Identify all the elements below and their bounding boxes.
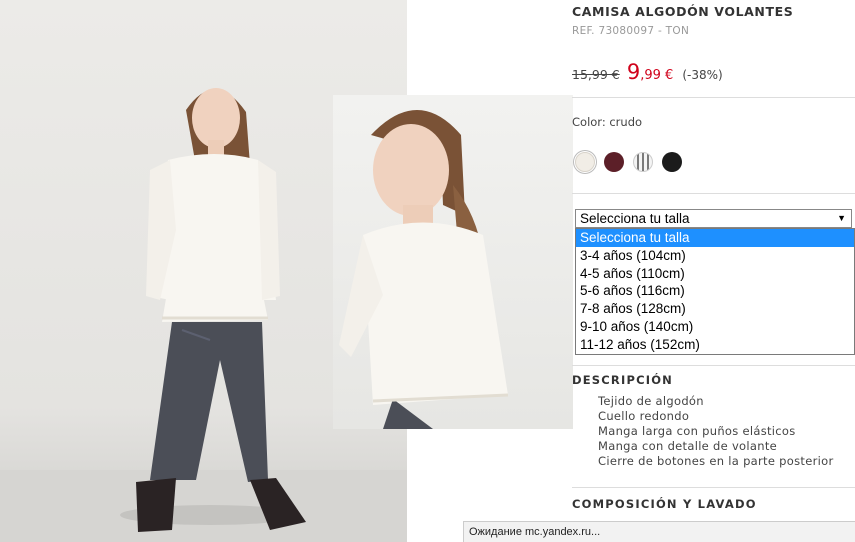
swatch-crudo-icon[interactable] xyxy=(575,152,595,172)
size-option[interactable]: 5-6 años (116cm) xyxy=(576,282,854,300)
size-option[interactable]: Selecciona tu talla xyxy=(576,229,854,247)
swatch-burgundy-icon[interactable] xyxy=(604,152,624,172)
size-select-value: Selecciona tu talla xyxy=(580,211,690,226)
product-photo-detail[interactable] xyxy=(333,95,573,429)
old-price: 15,99 € xyxy=(572,67,620,82)
size-option[interactable]: 7-8 años (128cm) xyxy=(576,300,854,318)
size-option[interactable]: 4-5 años (110cm) xyxy=(576,265,854,283)
swatch-black-icon[interactable] xyxy=(662,152,682,172)
divider xyxy=(572,487,855,488)
size-select[interactable]: Selecciona tu talla ▼ xyxy=(575,209,852,228)
list-item: Cierre de botones en la parte posterior xyxy=(598,454,855,469)
product-ref: REF. 73080097 - TON xyxy=(572,25,690,37)
dropdown-arrow-icon[interactable]: ▼ xyxy=(837,210,846,227)
size-option[interactable]: 11-12 años (152cm) xyxy=(576,336,854,354)
browser-status-bar: Ожидание mc.yandex.ru... xyxy=(463,521,855,542)
list-item: Manga larga con puños elásticos xyxy=(598,424,855,439)
product-title: CAMISA ALGODÓN VOLANTES xyxy=(572,4,794,19)
description-list: Tejido de algodón Cuello redondo Manga l… xyxy=(598,394,855,469)
discount-badge: (-38%) xyxy=(682,68,723,82)
sale-price-main: 9 xyxy=(626,60,641,84)
sale-price-cents: ,99 € xyxy=(640,68,674,83)
size-option[interactable]: 9-10 años (140cm) xyxy=(576,318,854,336)
size-option[interactable]: 3-4 años (104cm) xyxy=(576,247,854,265)
product-info-panel: CAMISA ALGODÓN VOLANTES REF. 73080097 - … xyxy=(572,0,855,542)
size-dropdown-list: Selecciona tu talla 3-4 años (104cm) 4-5… xyxy=(575,228,855,355)
swatch-striped-icon[interactable] xyxy=(633,152,653,172)
list-item: Tejido de algodón xyxy=(598,394,855,409)
divider xyxy=(572,193,855,194)
list-item: Manga con detalle de volante xyxy=(598,439,855,454)
list-item: Cuello redondo xyxy=(598,409,855,424)
divider xyxy=(572,97,855,98)
composition-heading[interactable]: COMPOSICIÓN Y LAVADO xyxy=(572,497,757,511)
divider xyxy=(572,365,855,366)
description-heading[interactable]: DESCRIPCIÓN xyxy=(572,373,673,387)
price-row: 15,99 € 9,99 € (-38%) xyxy=(572,60,723,84)
color-swatches xyxy=(575,152,682,172)
girl-closeup-image xyxy=(339,110,509,429)
color-label: Color: crudo xyxy=(572,115,643,129)
